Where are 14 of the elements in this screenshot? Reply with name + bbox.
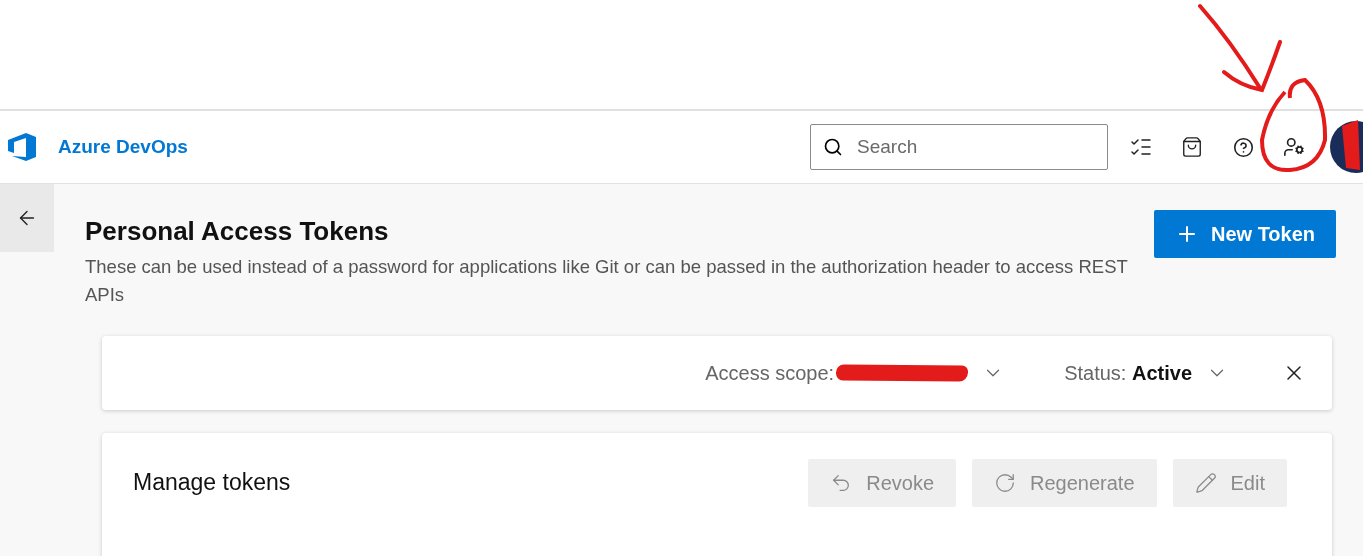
search-icon <box>823 137 843 157</box>
page-description: These can be used instead of a password for applications like Git or can be passed in the authorization header to access REST APIs <box>85 255 1129 307</box>
page-title: Personal Access Tokens <box>85 216 390 247</box>
filter-dropdown[interactable]: Access scope: <box>705 361 1005 385</box>
brand-name[interactable]: Azure DevOps <box>58 136 188 158</box>
search-field[interactable]: Search <box>810 124 1108 170</box>
filter-dropdown[interactable]: Status: Active <box>1064 361 1228 385</box>
new-token-button[interactable]: New Token <box>1154 210 1336 258</box>
redaction-mark <box>1342 120 1360 170</box>
regenerate-icon <box>994 472 1016 494</box>
filter-label: Access scope: <box>705 361 835 385</box>
edit-icon <box>1194 472 1217 494</box>
filter-label: Status: Active <box>1064 361 1192 385</box>
card-title: Manage tokens <box>133 469 292 496</box>
